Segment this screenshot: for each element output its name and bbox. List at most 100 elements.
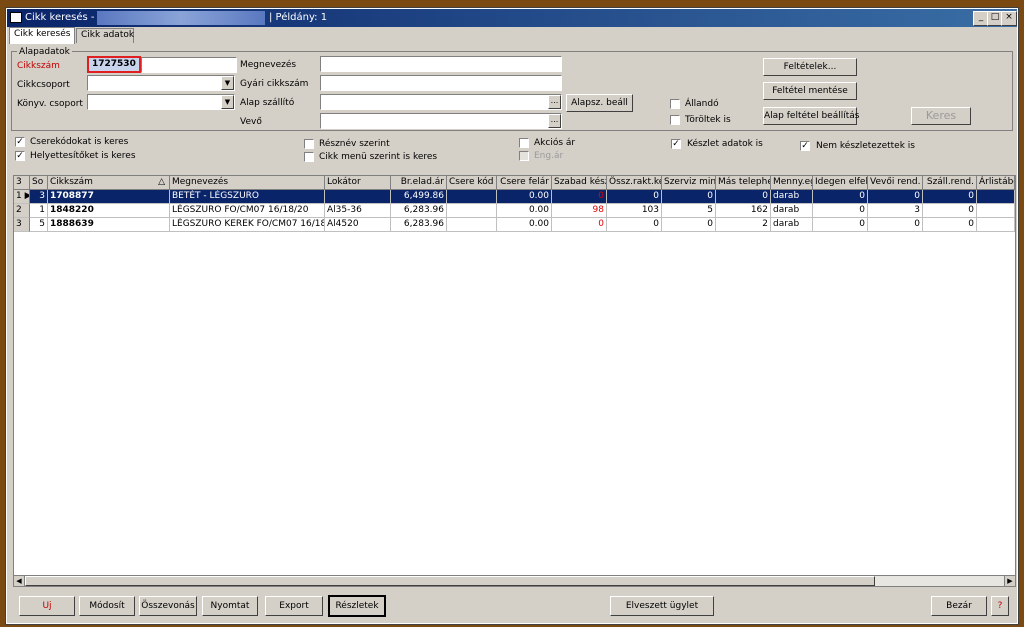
table-cell[interactable]: darab <box>771 190 813 204</box>
table-cell[interactable] <box>977 218 1015 232</box>
table-cell[interactable]: 1848220 <box>48 204 170 218</box>
cikkcsoport-select[interactable]: ▼ <box>87 75 235 91</box>
table-cell[interactable]: LÉGSZURO FO/CM07 16/18/20 <box>170 204 325 218</box>
table-cell[interactable]: 2 <box>716 218 771 232</box>
table-cell[interactable]: 3 <box>30 190 48 204</box>
alap-szallito-input[interactable]: ... <box>320 94 562 110</box>
table-cell[interactable]: 98 <box>552 204 607 218</box>
browse-button[interactable]: ... <box>548 95 561 109</box>
column-header[interactable]: Össz.rakt.kés. <box>607 176 662 190</box>
row-header[interactable]: 3 <box>14 218 30 232</box>
allando-checkbox[interactable] <box>670 99 680 109</box>
tab-cikk-adatok[interactable]: Cikk adatok <box>76 28 134 43</box>
column-header[interactable]: Más telephely <box>716 176 771 190</box>
scroll-thumb[interactable] <box>25 576 875 586</box>
column-header[interactable]: Cikkszám △ <box>48 176 170 190</box>
table-cell[interactable]: 0.00 <box>497 204 552 218</box>
table-cell[interactable]: 0 <box>607 190 662 204</box>
table-cell[interactable] <box>325 190 391 204</box>
column-header[interactable]: Megnevezés <box>170 176 325 190</box>
konyv-csoport-select[interactable]: ▼ <box>87 94 235 110</box>
column-header[interactable]: Lokátor <box>325 176 391 190</box>
chevron-down-icon[interactable]: ▼ <box>221 95 234 109</box>
uj-button[interactable]: Uj <box>19 596 75 616</box>
table-cell[interactable]: Al4520 <box>325 218 391 232</box>
close-button[interactable]: × <box>1001 11 1017 26</box>
table-cell[interactable] <box>977 190 1015 204</box>
horizontal-scrollbar[interactable]: ◀ ▶ <box>13 575 1016 587</box>
alap-feltetel-button[interactable]: Alap feltétel beállítás <box>763 107 859 125</box>
osszevonas-button[interactable]: Összevonás <box>139 596 197 616</box>
column-header[interactable]: So <box>30 176 48 190</box>
megnevezes-input[interactable] <box>320 56 562 72</box>
reszletek-button[interactable]: Részletek <box>328 595 386 617</box>
chevron-down-icon[interactable]: ▼ <box>221 76 234 90</box>
cikkszam-input[interactable]: 1727530 <box>87 56 141 73</box>
table-cell[interactable]: 5 <box>662 204 716 218</box>
table-cell[interactable]: 5 <box>30 218 48 232</box>
table-cell[interactable]: 0 <box>662 190 716 204</box>
feltetel-mentese-button[interactable]: Feltétel mentése <box>763 82 857 100</box>
table-cell[interactable]: 0 <box>868 218 923 232</box>
row-header[interactable]: 1 ▶ <box>14 190 30 204</box>
table-cell[interactable]: 0 <box>923 190 977 204</box>
table-cell[interactable]: 1 <box>30 204 48 218</box>
resznev-checkbox[interactable] <box>304 139 314 149</box>
nyomtat-button[interactable]: Nyomtat <box>202 596 258 616</box>
table-cell[interactable]: 6,283.96 <box>391 204 447 218</box>
table-cell[interactable] <box>447 190 497 204</box>
alapsz-beall-button[interactable]: Alapsz. beáll <box>566 94 633 112</box>
help-button[interactable]: ? <box>991 596 1009 616</box>
column-header[interactable]: Száll.rend. <box>923 176 977 190</box>
scroll-left-icon[interactable]: ◀ <box>14 576 25 586</box>
table-cell[interactable]: 0 <box>813 190 868 204</box>
table-cell[interactable]: darab <box>771 218 813 232</box>
column-header[interactable]: Árlistából <box>977 176 1015 190</box>
column-header[interactable]: Idegen elfekv. <box>813 176 868 190</box>
table-cell[interactable]: LÉGSZURO KEREK FO/CM07 16/18/ <box>170 218 325 232</box>
table-cell[interactable] <box>447 218 497 232</box>
table-cell[interactable]: 0 <box>662 218 716 232</box>
table-cell[interactable]: 0 <box>716 190 771 204</box>
table-cell[interactable]: Al35-36 <box>325 204 391 218</box>
toroltek-checkbox[interactable] <box>670 115 680 125</box>
tab-cikk-kereses[interactable]: Cikk keresés <box>9 27 75 44</box>
table-cell[interactable]: 3 <box>868 204 923 218</box>
column-header[interactable]: Menny.egys. <box>771 176 813 190</box>
table-cell[interactable]: 6,283.96 <box>391 218 447 232</box>
modosit-button[interactable]: Módosít <box>79 596 135 616</box>
table-cell[interactable]: 0.00 <box>497 190 552 204</box>
scroll-right-icon[interactable]: ▶ <box>1004 576 1015 586</box>
table-cell[interactable] <box>977 204 1015 218</box>
table-cell[interactable]: 0 <box>552 218 607 232</box>
table-cell[interactable]: 162 <box>716 204 771 218</box>
column-header[interactable]: Csere kód <box>447 176 497 190</box>
cikkszam-input-ext[interactable] <box>141 57 237 73</box>
helyettesitoket-checkbox[interactable]: ✓ <box>15 151 25 161</box>
table-cell[interactable]: darab <box>771 204 813 218</box>
table-corner[interactable]: 3 <box>14 176 30 190</box>
table-cell[interactable]: 0 <box>813 218 868 232</box>
table-cell[interactable]: 0 <box>923 218 977 232</box>
table-cell[interactable]: BETÉT - LÉGSZURO <box>170 190 325 204</box>
table-cell[interactable]: 0 <box>813 204 868 218</box>
table-cell[interactable]: 103 <box>607 204 662 218</box>
column-header[interactable]: Br.elad.ár <box>391 176 447 190</box>
table-cell[interactable]: 0.00 <box>497 218 552 232</box>
column-header[interactable]: Szerviz mini <box>662 176 716 190</box>
title-bar[interactable]: Cikk keresés - | Példány: 1 _ □ × <box>7 9 1017 27</box>
table-cell[interactable]: 0 <box>923 204 977 218</box>
column-header[interactable]: Szabad kész. <box>552 176 607 190</box>
table-cell[interactable]: 1888639 <box>48 218 170 232</box>
results-table[interactable]: 3 So Cikkszám △ Megnevezés Lokátor Br.ela… <box>13 175 1016 579</box>
gyari-cikkszam-input[interactable] <box>320 75 562 91</box>
bezar-button[interactable]: Bezár <box>931 596 987 616</box>
column-header[interactable]: Vevői rend. <box>868 176 923 190</box>
cikk-menu-checkbox[interactable] <box>304 152 314 162</box>
row-header[interactable]: 2 <box>14 204 30 218</box>
feltetelek-button[interactable]: Feltételek... <box>763 58 857 76</box>
column-header[interactable]: Csere felár <box>497 176 552 190</box>
keszlet-adatok-checkbox[interactable]: ✓ <box>671 139 681 149</box>
table-cell[interactable]: 0 <box>868 190 923 204</box>
eng-ar-checkbox[interactable] <box>519 151 529 161</box>
